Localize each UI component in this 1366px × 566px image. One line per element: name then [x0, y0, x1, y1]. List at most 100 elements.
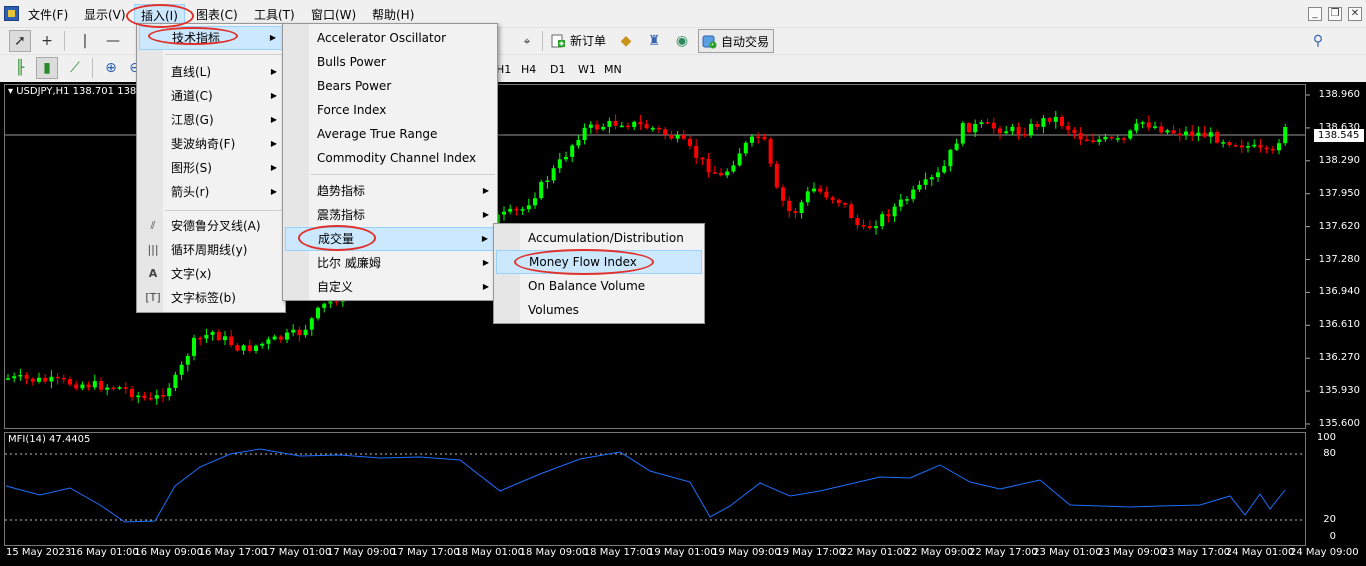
price-axis-tick: 138.630: [1318, 121, 1360, 133]
submenu-arrow-icon: ▶: [270, 115, 277, 124]
time-axis-tick: 22 May 17:00: [969, 547, 1038, 558]
close-button[interactable]: ✕: [1348, 7, 1362, 21]
menu-item-oscillators[interactable]: 震荡指标 ▶: [285, 203, 495, 227]
menu-item-fibonacci[interactable]: 斐波纳奇(F) ▶: [139, 132, 283, 156]
volumes-submenu: Accumulation/Distribution Money Flow Ind…: [493, 223, 705, 324]
menu-item-bill-williams[interactable]: 比尔 威廉姆 ▶: [285, 251, 495, 275]
price-axis-tick: 136.610: [1318, 319, 1360, 331]
time-axis-tick: 19 May 01:00: [648, 547, 717, 558]
text-label-icon: [T]: [145, 291, 161, 304]
minimize-button[interactable]: _: [1308, 7, 1322, 21]
menu-item-text-label[interactable]: [T] 文字标签(b): [139, 286, 283, 310]
menu-tools[interactable]: 工具(T): [254, 6, 295, 23]
new-order-icon: [551, 34, 565, 48]
submenu-arrow-icon: ▶: [269, 33, 276, 42]
price-axis-tick: 136.940: [1318, 286, 1360, 298]
menu-item-bulls-power[interactable]: Bulls Power: [285, 50, 495, 74]
menu-item-average-true-range[interactable]: Average True Range: [285, 122, 495, 146]
menu-item-force-index[interactable]: Force Index: [285, 98, 495, 122]
time-axis-tick: 23 May 09:00: [1097, 547, 1166, 558]
search-icon[interactable]: ⚲: [1307, 30, 1329, 52]
menu-item-money-flow-index[interactable]: Money Flow Index: [496, 250, 702, 274]
menu-item-volumes-indicator[interactable]: Volumes: [496, 298, 702, 322]
time-axis-tick: 17 May 01:00: [262, 547, 332, 558]
menu-item-custom[interactable]: 自定义 ▶: [285, 275, 495, 299]
bar-chart-icon[interactable]: ╟: [9, 57, 31, 79]
menu-item-volumes[interactable]: 成交量 ▶: [285, 227, 495, 251]
submenu-arrow-icon: ▶: [270, 187, 277, 196]
time-axis-tick: 17 May 09:00: [327, 547, 396, 558]
auto-trading-icon: [702, 35, 717, 49]
submenu-arrow-icon: ▶: [482, 186, 489, 195]
submenu-arrow-icon: ▶: [482, 282, 489, 291]
menu-insert[interactable]: 插入(I): [134, 4, 185, 24]
timeframe-h1[interactable]: H1: [496, 63, 511, 76]
submenu-arrow-icon: ▶: [270, 91, 277, 100]
time-axis-tick: 24 May 01:00: [1225, 547, 1295, 558]
menu-separator: [165, 210, 283, 211]
text-icon: A: [148, 267, 158, 280]
menu-separator: [311, 174, 495, 175]
pitchfork-icon: ⫽: [150, 219, 156, 232]
time-axis-tick: 19 May 17:00: [776, 547, 845, 558]
crosshair-icon[interactable]: +: [36, 30, 58, 52]
menu-item-accumulation-distribution[interactable]: Accumulation/Distribution: [496, 226, 702, 250]
menu-item-arrows[interactable]: 箭头(r) ▶: [139, 180, 283, 204]
zoom-in-icon[interactable]: ⊕: [100, 57, 122, 79]
toolbar-separator: [92, 58, 93, 78]
menu-item-channels[interactable]: 通道(C) ▶: [139, 84, 283, 108]
auto-trading-button[interactable]: 自动交易: [698, 29, 775, 53]
menu-view[interactable]: 显示(V): [84, 6, 126, 23]
candlestick-icon[interactable]: ▮: [36, 57, 58, 79]
menu-item-text[interactable]: A 文字(x): [139, 262, 283, 286]
mfi-level-label: 80: [1323, 448, 1336, 459]
cycle-lines-icon: |||: [147, 243, 159, 256]
restore-button[interactable]: ❐: [1328, 7, 1342, 21]
timeframe-w1[interactable]: W1: [578, 63, 596, 76]
menu-item-lines[interactable]: 直线(L) ▶: [139, 60, 283, 84]
menu-file[interactable]: 文件(F): [28, 6, 68, 23]
menu-item-technical-indicators[interactable]: 技术指标 ▶: [139, 26, 283, 50]
chart-title-text: USDJPY,H1 138.701 138.7: [16, 86, 146, 97]
vertical-line-icon[interactable]: |: [74, 30, 96, 52]
time-axis-tick: 23 May 17:00: [1161, 547, 1231, 558]
template-icon[interactable]: ⌖: [516, 30, 538, 52]
menu-item-cycle-lines[interactable]: ||| 循环周期线(y): [139, 238, 283, 262]
indicators-submenu: Accelerator Oscillator Bulls Power Bears…: [282, 23, 498, 301]
menu-window[interactable]: 窗口(W): [311, 6, 356, 23]
app-icon: [4, 6, 19, 21]
menu-item-andrews-pitchfork[interactable]: ⫽ 安德鲁分叉线(A): [139, 214, 283, 238]
menu-item-gann[interactable]: 江恩(G) ▶: [139, 108, 283, 132]
line-chart-icon[interactable]: ⟋: [64, 57, 86, 79]
market-watch-icon[interactable]: ◆: [615, 30, 637, 52]
terminal-icon[interactable]: ◉: [671, 30, 693, 52]
menu-item-bears-power[interactable]: Bears Power: [285, 74, 495, 98]
new-order-button[interactable]: 新订单: [548, 29, 610, 53]
menu-item-accelerator-oscillator[interactable]: Accelerator Oscillator: [285, 26, 495, 50]
price-axis-tick: 136.270: [1318, 352, 1360, 364]
menu-charts[interactable]: 图表(C): [196, 6, 238, 23]
menu-item-label: 文字标签(b): [171, 291, 236, 305]
menu-item-commodity-channel-index[interactable]: Commodity Channel Index: [285, 146, 495, 170]
menu-help[interactable]: 帮助(H): [372, 6, 414, 23]
menu-item-trend-indicators[interactable]: 趋势指标 ▶: [285, 179, 495, 203]
menu-item-shapes[interactable]: 图形(S) ▶: [139, 156, 283, 180]
time-axis-tick: 22 May 01:00: [840, 547, 910, 558]
menu-item-label: 震荡指标: [317, 208, 366, 222]
time-axis-tick: 18 May 01:00: [455, 547, 524, 558]
cursor-icon[interactable]: ➚: [9, 30, 31, 52]
timeframe-mn[interactable]: MN: [604, 63, 622, 76]
menu-item-on-balance-volume[interactable]: On Balance Volume: [496, 274, 702, 298]
time-axis-tick: 15 May 2023: [6, 547, 72, 558]
timeframe-d1[interactable]: D1: [550, 63, 565, 76]
mfi-level-label: 20: [1323, 514, 1336, 525]
horizontal-line-icon[interactable]: —: [102, 30, 124, 52]
time-axis-tick: 16 May 01:00: [70, 547, 139, 558]
submenu-arrow-icon: ▶: [270, 163, 277, 172]
price-axis-tick: 137.950: [1318, 187, 1360, 199]
time-axis-tick: 18 May 09:00: [519, 547, 589, 558]
menu-item-label: 成交量: [318, 232, 355, 246]
navigator-icon[interactable]: ♜: [643, 30, 665, 52]
timeframe-h4[interactable]: H4: [521, 63, 536, 76]
menu-item-label: 循环周期线(y): [171, 243, 248, 257]
